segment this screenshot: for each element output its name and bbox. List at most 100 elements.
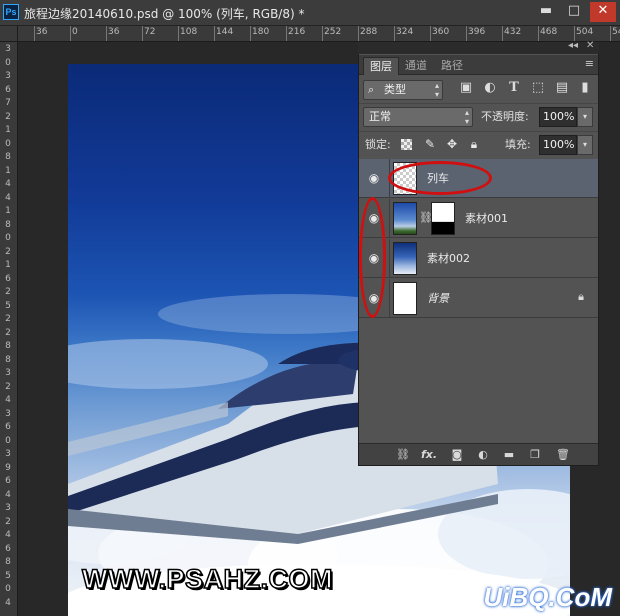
ruler-label: 6 xyxy=(5,543,11,554)
divider xyxy=(389,239,390,278)
tab-channels[interactable]: 通道 xyxy=(399,57,433,75)
opacity-label: 不透明度: xyxy=(481,110,529,123)
ruler-label: 3 xyxy=(5,44,11,54)
ruler-label: 9 xyxy=(5,462,11,473)
filter-toggle-icon[interactable]: ▮ xyxy=(579,79,591,97)
layer-thumbnail xyxy=(393,202,417,235)
fill-input[interactable]: 100% xyxy=(539,135,577,155)
lock-position-icon[interactable]: ✥ xyxy=(445,137,459,151)
layer-thumbnail xyxy=(393,242,417,275)
layer-name: 背景 xyxy=(427,292,449,305)
panel-tabs: 图层 通道 路径 ≡ xyxy=(359,55,598,75)
photoshop-logo-icon: Ps xyxy=(3,4,19,20)
opacity-dropdown-button[interactable]: ▾ xyxy=(577,107,593,127)
annotation-ellipse xyxy=(359,197,386,318)
layer-name: 素材001 xyxy=(465,212,508,225)
kind-filter-select[interactable]: ⌕ 类型 ▴ ▾ xyxy=(363,80,443,100)
panel-menu-icon[interactable]: ≡ xyxy=(585,57,594,70)
lock-row: 锁定: ✎ ✥ 🔒︎ 填充: 100% ▾ xyxy=(359,131,598,158)
ruler-label: 36 xyxy=(108,27,120,37)
fill-label: 填充: xyxy=(505,138,531,151)
ruler-label: 6 xyxy=(5,476,11,486)
trash-icon[interactable]: 🗑︎ xyxy=(553,446,573,464)
ruler-label: 396 xyxy=(468,27,486,37)
divider xyxy=(389,279,390,318)
ruler-corner[interactable] xyxy=(0,26,18,42)
tab-paths[interactable]: 路径 xyxy=(435,57,469,75)
tab-layers[interactable]: 图层 xyxy=(363,57,399,75)
ruler-label: 2 xyxy=(5,327,11,338)
ruler-label: 1 xyxy=(5,165,11,176)
ruler-label: 1 xyxy=(5,260,11,270)
ruler-label: 1 xyxy=(5,206,11,216)
ruler-label: 288 xyxy=(360,27,378,37)
search-icon: ⌕ xyxy=(368,83,375,96)
layer-thumbnail xyxy=(393,282,417,315)
ruler-label: 144 xyxy=(216,27,234,37)
ruler-label: 216 xyxy=(288,27,306,37)
ruler-label: 4 xyxy=(5,597,11,608)
ruler-label: 3 xyxy=(5,503,11,513)
group-folder-icon[interactable]: ▬ xyxy=(499,446,519,464)
ruler-label: 3 xyxy=(5,449,11,459)
lock-transparent-pixels-icon[interactable] xyxy=(401,139,412,150)
ruler-label: 324 xyxy=(396,27,414,37)
ruler-label: 0 xyxy=(5,233,11,243)
smart-object-filter-icon[interactable]: ▤ xyxy=(553,79,571,97)
layer-row[interactable]: ◉ 背景 🔒︎ xyxy=(359,279,598,318)
padlock-icon: 🔒︎ xyxy=(578,290,584,303)
ruler-label: 36 xyxy=(36,27,48,37)
vertical-ruler[interactable]: 3 0 3 6 7 2 1 0 8 1 4 4 1 8 0 2 1 6 2 5 2 2 8 8 3 2 4 3 6 0 3 9 6 4 3 2 4 6 8 5… xyxy=(0,42,18,616)
ruler-label: 0 xyxy=(5,584,11,594)
eye-icon[interactable]: ◉ xyxy=(363,168,385,188)
fx-icon[interactable]: fx. xyxy=(419,446,439,464)
shape-filter-icon[interactable]: ⬚ xyxy=(529,79,547,97)
layer-row[interactable]: ◉ 素材002 xyxy=(359,239,598,278)
image-filter-icon[interactable]: ▣ xyxy=(457,79,475,97)
ruler-label: 8 xyxy=(5,354,11,365)
blend-mode-select[interactable]: 正常 ▴ ▾ xyxy=(363,107,473,127)
ruler-label: 4 xyxy=(5,489,11,500)
adjustment-layer-icon[interactable]: ◐ xyxy=(473,446,493,464)
layer-row[interactable]: ◉ ⛓︎ 素材001 xyxy=(359,199,598,238)
horizontal-ruler[interactable]: 36 0 36 72 108 144 180 216 252 288 324 360 396 432 468… xyxy=(18,26,620,42)
divider xyxy=(389,199,390,238)
ruler-label: 0 xyxy=(72,27,78,37)
new-layer-icon[interactable]: ❐ xyxy=(525,446,545,464)
close-button[interactable]: ✕ xyxy=(590,2,616,22)
ruler-label: 4 xyxy=(5,530,11,540)
panel-footer: ⛓︎ fx. ◙ ◐ ▬ ❐ 🗑︎ xyxy=(359,443,598,465)
blend-row: 正常 ▴ ▾ 不透明度: 100% ▾ xyxy=(359,103,598,130)
add-mask-icon[interactable]: ◙ xyxy=(447,446,467,464)
collapse-icon[interactable]: ◂◂ xyxy=(568,40,578,51)
ruler-label: 468 xyxy=(540,27,558,37)
ruler-label: 4 xyxy=(5,179,11,189)
fill-dropdown-button[interactable]: ▾ xyxy=(577,135,593,155)
lock-label: 锁定: xyxy=(365,138,391,151)
ruler-label: 2 xyxy=(5,516,11,527)
ruler-label: 432 xyxy=(504,27,522,37)
ruler-label: 0 xyxy=(5,435,11,446)
ruler-label: 8 xyxy=(5,219,11,230)
blend-mode-value: 正常 xyxy=(369,110,391,123)
annotation-ellipse xyxy=(388,161,492,195)
ruler-label: 8 xyxy=(5,152,11,162)
ruler-label: 252 xyxy=(324,27,342,37)
lock-image-pixels-icon[interactable]: ✎ xyxy=(423,137,437,151)
ruler-label: 2 xyxy=(5,111,11,122)
maximize-button[interactable]: □ xyxy=(561,2,587,22)
ruler-label: 6 xyxy=(5,422,11,432)
layer-mask-thumbnail[interactable] xyxy=(431,202,455,235)
ruler-label: 8 xyxy=(5,341,11,351)
panel-close-icon[interactable]: ✕ xyxy=(586,40,594,51)
type-filter-icon[interactable]: T xyxy=(505,79,523,97)
ruler-label: 3 xyxy=(5,408,11,419)
ruler-label: 72 xyxy=(144,27,156,37)
minimize-button[interactable]: ▬ xyxy=(533,2,559,22)
filter-row: ⌕ 类型 ▴ ▾ ▣ ◐ T ⬚ ▤ ▮ xyxy=(359,76,598,102)
lock-all-icon[interactable]: 🔒︎ xyxy=(467,137,481,151)
link-layers-icon[interactable]: ⛓︎ xyxy=(393,446,413,464)
opacity-input[interactable]: 100% xyxy=(539,107,577,127)
adjustment-filter-icon[interactable]: ◐ xyxy=(481,79,499,97)
ruler-label: 1 xyxy=(5,125,11,135)
